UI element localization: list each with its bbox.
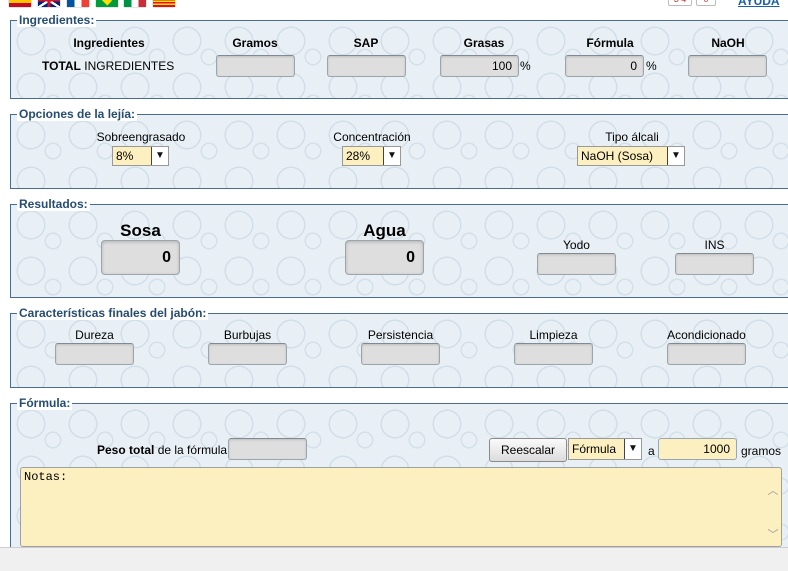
dureza-label: Dureza: [75, 328, 114, 342]
rescale-button[interactable]: Reescalar: [489, 438, 567, 462]
results-section: Resultados: Sosa 0 Agua 0 Yodo INS: [10, 198, 788, 298]
characteristics-legend: Características finales del jabón:: [17, 306, 209, 320]
concentration-value: 28%: [346, 149, 371, 163]
chevron-down-icon: ▼: [151, 147, 168, 165]
english-flag-icon[interactable]: [38, 0, 60, 7]
total-bold: TOTAL: [42, 59, 81, 73]
results-legend: Resultados:: [17, 197, 90, 211]
formula-section: Fórmula: Peso total de la fórmula Reesca…: [10, 397, 788, 565]
notes-textarea[interactable]: Notas: ︿ ﹀: [20, 467, 782, 547]
lye-options-section: Opciones de la lejía: Sobreengrasado 8% …: [10, 108, 788, 189]
catalan-flag-icon[interactable]: [153, 0, 175, 7]
characteristics-section: Características finales del jabón: Durez…: [10, 307, 788, 388]
counter-button[interactable]: 3 4: [668, 0, 692, 6]
scroll-up-icon[interactable]: ︿: [767, 482, 779, 498]
superfat-select[interactable]: 8% ▼: [112, 146, 169, 166]
italian-flag-icon[interactable]: [124, 0, 146, 7]
col-ingredientes: Ingredientes: [73, 36, 145, 50]
peso-bold: Peso total: [97, 443, 155, 457]
concentration-label: Concentración: [333, 130, 411, 144]
agua-label: Agua: [363, 221, 406, 240]
superfat-value: 8%: [116, 149, 134, 163]
ingredients-section: Ingredientes: Ingredientes Gramos SAP Gr…: [10, 14, 788, 99]
ins-label: INS: [704, 238, 725, 252]
col-gramos: Gramos: [232, 36, 278, 50]
burbujas-label: Burbujas: [223, 328, 272, 342]
total-sap-field: [327, 55, 406, 77]
yodo-field: [537, 253, 616, 275]
col-sap: SAP: [353, 36, 379, 50]
total-formula-field: 0: [565, 55, 644, 77]
yodo-label: Yodo: [563, 238, 590, 252]
ins-field: [675, 253, 754, 275]
limpieza-field: [514, 343, 593, 365]
dureza-field: [55, 343, 134, 365]
spanish-flag-icon[interactable]: [9, 0, 31, 7]
persistencia-field: [361, 343, 440, 365]
formula-percent: %: [646, 59, 657, 73]
notes-text: Notas:: [24, 470, 68, 484]
zero-button[interactable]: 0: [696, 0, 716, 6]
a-label: a: [648, 444, 655, 458]
scroll-down-icon[interactable]: ﹀: [767, 526, 779, 542]
chevron-down-icon: ▼: [383, 147, 400, 165]
grasas-percent: %: [520, 59, 531, 73]
sosa-value-field: 0: [101, 240, 180, 275]
total-grasas-field: 100: [440, 55, 519, 77]
alkali-label: Tipo álcali: [605, 130, 659, 144]
total-rest: INGREDIENTES: [84, 59, 175, 73]
alkali-select[interactable]: NaOH (Sosa) ▼: [577, 146, 685, 166]
persistencia-label: Persistencia: [367, 328, 434, 342]
brazilian-flag-icon[interactable]: [96, 0, 118, 7]
rescale-mode-select[interactable]: Fórmula ▼: [568, 438, 642, 460]
col-naoh: NaOH: [711, 36, 745, 50]
acondicionado-field: [667, 343, 746, 365]
total-ingredients-label: TOTAL INGREDIENTES: [42, 59, 174, 73]
concentration-select[interactable]: 28% ▼: [342, 146, 401, 166]
window-bottom-bar: [0, 547, 788, 571]
chevron-down-icon: ▼: [624, 439, 641, 459]
top-bar: 3 4 0 AYUDA: [0, 0, 788, 10]
col-formula: Fórmula: [586, 36, 634, 50]
acondicionado-label: Acondicionado: [667, 328, 746, 342]
peso-total-field: [228, 438, 307, 460]
limpieza-label: Limpieza: [529, 328, 578, 342]
grams-unit: gramos: [741, 444, 782, 458]
alkali-value: NaOH (Sosa): [581, 149, 654, 163]
ingredients-legend: Ingredientes:: [17, 13, 97, 27]
agua-value-field: 0: [345, 240, 424, 275]
total-gramos-field: [216, 55, 295, 77]
french-flag-icon[interactable]: [67, 0, 89, 7]
formula-legend: Fórmula:: [17, 396, 73, 410]
peso-rest: de la fórmula: [157, 443, 228, 457]
peso-total-label: Peso total de la fórmula: [97, 443, 227, 457]
rescale-target-input[interactable]: 1000: [658, 438, 737, 460]
total-naoh-field: [688, 55, 767, 77]
superfat-label: Sobreengrasado: [96, 130, 186, 144]
help-link[interactable]: AYUDA: [738, 0, 780, 8]
rescale-mode-value: Fórmula: [572, 442, 617, 456]
chevron-down-icon: ▼: [667, 147, 684, 165]
col-grasas: Grasas: [463, 36, 505, 50]
burbujas-field: [208, 343, 287, 365]
lye-legend: Opciones de la lejía:: [17, 107, 138, 121]
sosa-label: Sosa: [120, 221, 161, 240]
